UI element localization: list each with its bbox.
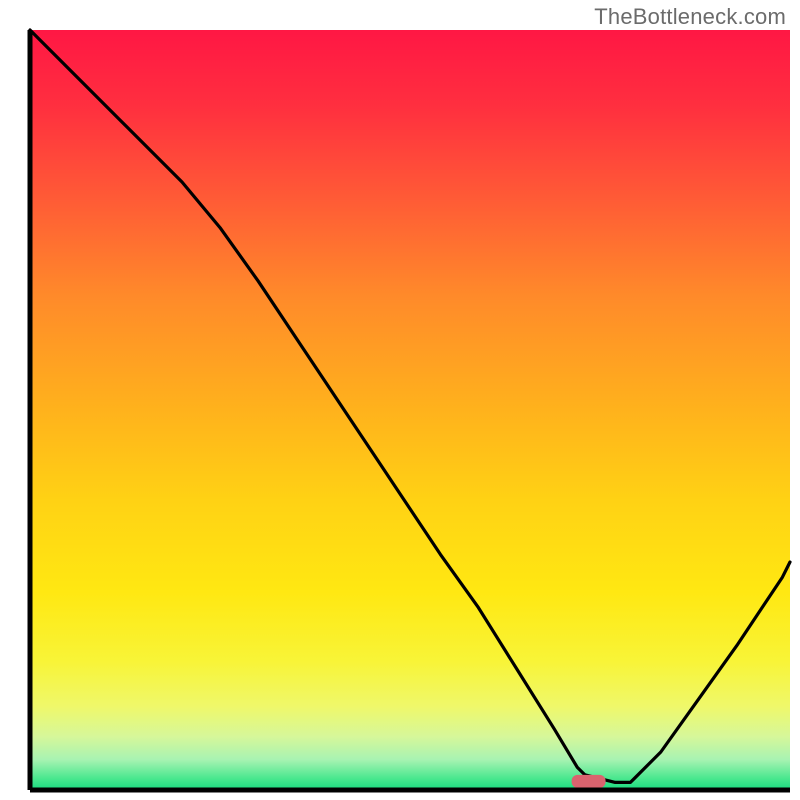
watermark-text: TheBottleneck.com <box>594 4 786 30</box>
bottleneck-chart <box>0 0 800 800</box>
chart-container: TheBottleneck.com <box>0 0 800 800</box>
optimal-marker <box>572 775 606 788</box>
